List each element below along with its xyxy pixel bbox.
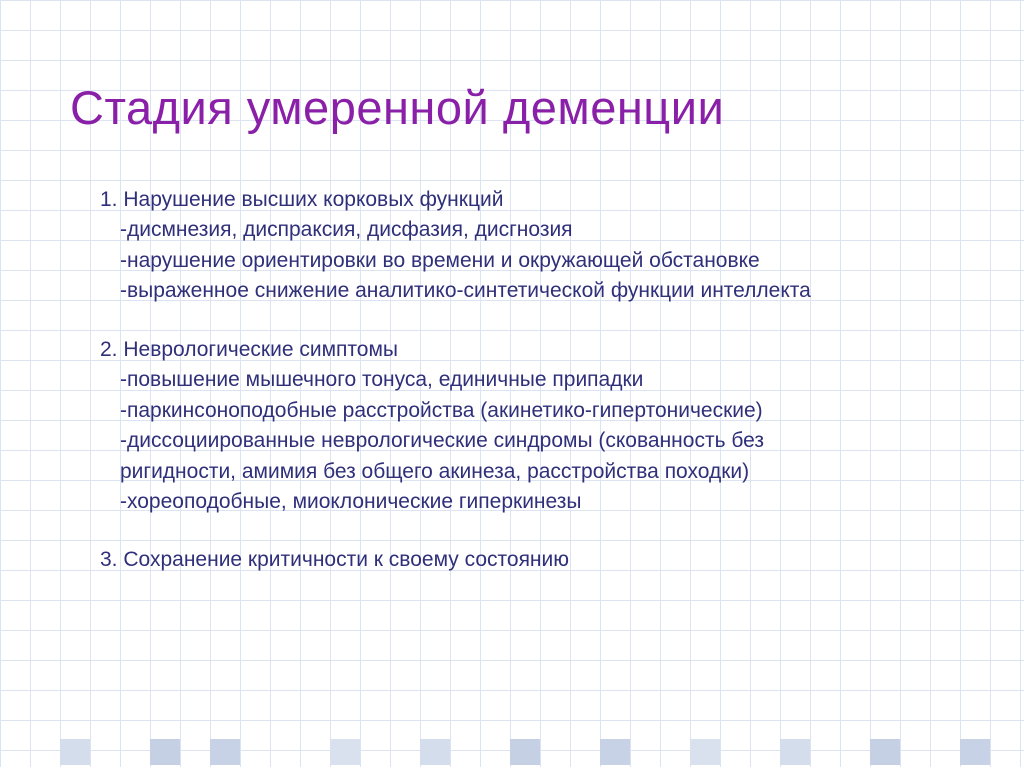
section-1-item: -нарушение ориентировки во времени и окр… xyxy=(100,246,954,276)
section-2-item: -повышение мышечного тонуса, единичные п… xyxy=(100,365,954,395)
section-2-head: 2. Неврологические симптомы xyxy=(100,335,954,365)
slide-title: Стадия умеренной деменции xyxy=(70,80,954,135)
section-2-item: ригидности, амимия без общего акинеза, р… xyxy=(100,457,954,487)
section-2-item: -диссоциированные неврологические синдро… xyxy=(100,426,954,456)
slide-body: 1. Нарушение высших корковых функций -ди… xyxy=(70,185,954,576)
section-3-head: 3. Сохранение критичности к своему состо… xyxy=(100,545,954,575)
spacer xyxy=(100,307,954,335)
spacer xyxy=(100,517,954,545)
slide: Стадия умеренной деменции 1. Нарушение в… xyxy=(0,0,1024,767)
section-2-item: -хореоподобные, миоклонические гиперкине… xyxy=(100,487,954,517)
section-1-head: 1. Нарушение высших корковых функций xyxy=(100,185,954,215)
section-1-item: -выраженное снижение аналитико-синтетиче… xyxy=(100,276,954,306)
section-2-item: -паркинсоноподобные расстройства (акинет… xyxy=(100,396,954,426)
section-1-item: -дисмнезия, диспраксия, дисфазия, дисгно… xyxy=(100,215,954,245)
